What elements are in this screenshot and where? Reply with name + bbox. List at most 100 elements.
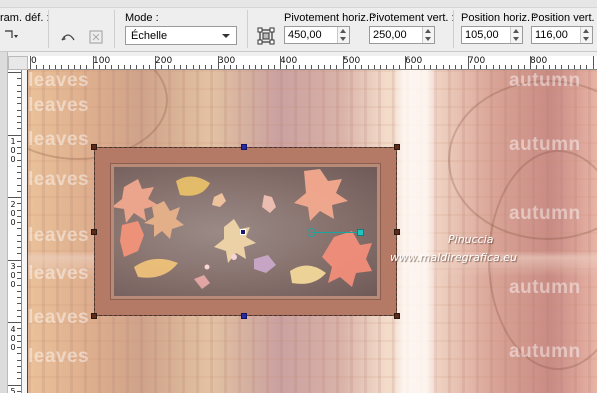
ruler-tick [461,65,463,69]
ruler-tick [211,65,213,69]
ruler-tick [230,65,231,69]
ruler-tick [8,134,21,136]
corner-handle-top-left[interactable] [91,144,97,150]
toolbar-separator [453,10,454,48]
arrow-up-icon[interactable] [340,29,346,33]
mode-label: Mode : [125,12,159,24]
ruler-tick [42,65,44,69]
pos-v-stepper[interactable] [580,27,592,43]
pos-h-field[interactable]: 105,00 [461,26,523,44]
ruler-tick [55,65,56,69]
ruler-tick [298,65,300,69]
ruler-tick [530,56,531,69]
arrow-up-icon[interactable] [425,29,431,33]
flip-icon[interactable] [58,27,78,47]
arrow-up-icon[interactable] [513,29,519,33]
ruler-tick [17,315,21,317]
ruler-tick [30,56,31,69]
ruler-tick [17,172,21,173]
ruler-tick [386,65,388,69]
ruler-label: 600 [405,56,423,66]
pos-v-field[interactable]: 116,00 [531,26,593,44]
rotation-pivot-icon[interactable] [307,228,316,237]
ruler-tick [17,328,21,330]
ruler-tick [17,147,21,148]
ruler-tick [505,65,506,69]
ruler-tick [492,65,494,69]
preset-dropdown-icon[interactable] [2,26,22,46]
edge-handle-right[interactable] [394,229,400,235]
mode-select[interactable]: Échelle [125,26,237,45]
ruler-tick [17,340,21,342]
pivot-v-label: Pivotement vert. : [369,12,455,24]
ruler-tick [317,65,319,69]
ruler-tick [411,65,413,69]
pivot-h-label: Pivotement horiz. : [284,12,376,24]
ruler-label: 2 [10,200,16,209]
ruler-tick [242,65,244,69]
watermark-text: leaves [28,70,90,91]
ruler-tick [17,184,21,186]
ruler-tick [217,56,219,69]
edge-handle-bottom[interactable] [241,313,247,319]
pivot-point-handle[interactable] [240,229,246,235]
reset-icon[interactable] [86,27,106,47]
ruler-label: 400 [280,56,298,66]
ruler-tick [17,353,21,355]
ruler-tick [155,56,156,69]
ruler-tick [455,65,456,69]
pivot-h-stepper[interactable] [337,27,349,43]
rotation-handle-line [311,232,360,233]
ruler-tick [17,278,21,280]
ruler-tick [86,65,88,69]
ruler-label: 500 [343,56,361,66]
edge-handle-left[interactable] [91,229,97,235]
watermark-text: leaves [28,263,90,284]
vertical-ruler: 1 0 0 2 0 0 3 0 0 4 0 0 5 [8,70,22,393]
chevron-down-icon [222,34,230,38]
deform-box-icon[interactable] [255,25,275,45]
pos-h-stepper[interactable] [510,27,522,43]
arrow-down-icon[interactable] [425,37,431,41]
pivot-v-stepper[interactable] [422,27,434,43]
corner-handle-bottom-left[interactable] [91,313,97,319]
ruler-tick [17,209,21,211]
ruler-tick [17,303,21,305]
pivot-h-field[interactable]: 450,00 [284,26,350,44]
ruler-tick [67,65,69,69]
ruler-tick [167,65,169,69]
corner-handle-top-right[interactable] [394,144,400,150]
ruler-tick [17,159,21,161]
ruler-tick [17,334,21,336]
ruler-tick [17,378,21,380]
ruler-tick [248,65,250,69]
watermark-text: leaves [28,169,90,190]
arrow-up-icon[interactable] [583,29,589,33]
ruler-tick [92,56,94,69]
ruler-tick [17,247,21,248]
ruler-tick [61,65,63,69]
arrow-down-icon[interactable] [513,37,519,41]
ruler-tick [430,65,431,69]
pivot-v-field[interactable]: 250,00 [369,26,435,44]
ruler-tick [398,65,400,69]
ruler-tick [8,384,21,386]
arrow-down-icon[interactable] [583,37,589,41]
ruler-tick [330,65,331,69]
ruler-label: 1 [10,137,16,146]
ruler-label: 5 [10,387,16,393]
ruler-label: 100 [93,56,111,66]
ruler-tick [17,84,21,86]
ruler-tick [173,65,175,69]
rotation-handle[interactable] [357,229,364,236]
corner-handle-bottom-right[interactable] [394,313,400,319]
arrow-down-icon[interactable] [340,37,346,41]
pivot-v-value: 250,00 [373,29,407,41]
edge-handle-top[interactable] [241,144,247,150]
watermark-text: autumn [509,277,581,298]
ruler-label: 3 [10,262,16,271]
ruler-tick [17,347,21,348]
pos-h-label: Position horiz. : [461,12,537,24]
ruler-tick [73,65,75,69]
ruler-tick [17,115,21,117]
